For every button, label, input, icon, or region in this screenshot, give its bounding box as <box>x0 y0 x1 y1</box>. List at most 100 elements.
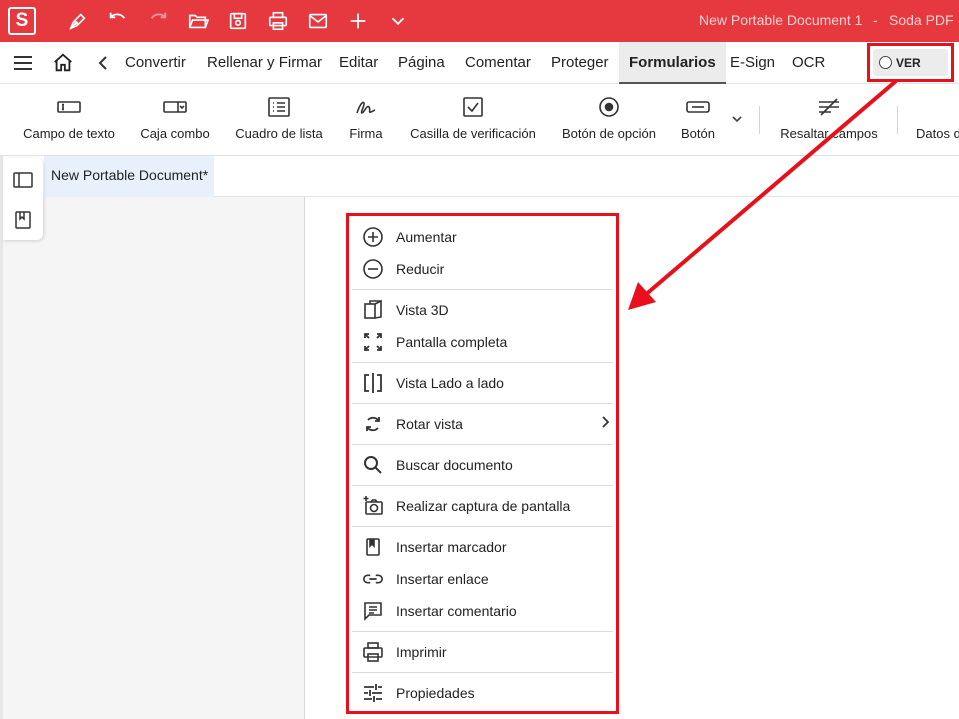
push-button-label: Botón <box>681 126 715 141</box>
menu-item-propiedades[interactable]: Propiedades <box>349 678 616 708</box>
highlight-fields-button[interactable]: Resaltar campos <box>779 84 879 156</box>
menu-item-imprimir[interactable]: Imprimir <box>349 637 616 667</box>
redo-icon[interactable] <box>146 9 170 33</box>
menu-item-insertar-comentario[interactable]: Insertar comentario <box>349 596 616 626</box>
zoom-in-icon <box>362 226 384 248</box>
menu-separator <box>352 362 613 363</box>
checkbox-icon <box>462 94 484 120</box>
menu-item-label: Vista Lado a lado <box>396 375 504 391</box>
menu-item-insertar-marcador[interactable]: Insertar marcador <box>349 532 616 562</box>
menu-item-captura-de-pantalla[interactable]: Realizar captura de pantalla <box>349 491 616 521</box>
zoom-out-icon <box>362 258 384 280</box>
menu-separator <box>352 289 613 290</box>
link-icon <box>362 568 384 590</box>
highlight-fields-label: Resaltar campos <box>780 126 878 141</box>
app-logo[interactable]: S <box>8 7 36 35</box>
save-icon[interactable] <box>226 9 250 33</box>
bookmark-panel-icon[interactable] <box>13 210 33 230</box>
menu-separator <box>352 526 613 527</box>
form-data-button[interactable]: Datos d <box>916 84 959 156</box>
print-icon[interactable] <box>266 9 290 33</box>
pen-icon[interactable] <box>66 9 90 33</box>
menu-item-label: Propiedades <box>396 685 475 701</box>
bookmark-icon <box>362 536 384 558</box>
print-icon <box>362 641 384 663</box>
view-context-menu: Aumentar Reducir Vista 3D Pantalla compl… <box>346 213 619 714</box>
title-separator: - <box>873 12 878 28</box>
menu-item-aumentar[interactable]: Aumentar <box>349 222 616 252</box>
push-button-button[interactable]: Botón <box>677 84 719 156</box>
plus-icon[interactable] <box>346 9 370 33</box>
tab-formularios[interactable]: Formularios <box>619 42 726 84</box>
tab-editar[interactable]: Editar <box>339 42 378 84</box>
combo-box-button[interactable]: Caja combo <box>139 84 211 156</box>
menu-separator <box>352 672 613 673</box>
menu-item-vista-lado-a-lado[interactable]: Vista Lado a lado <box>349 368 616 398</box>
app-name: Soda PDF <box>889 12 954 28</box>
text-field-button[interactable]: Campo de texto <box>22 84 116 156</box>
menu-separator <box>352 485 613 486</box>
menu-item-label: Pantalla completa <box>396 334 508 350</box>
tab-ocr[interactable]: OCR <box>792 42 825 84</box>
menu-separator <box>352 444 613 445</box>
open-folder-icon[interactable] <box>186 9 210 33</box>
tab-rellenar-y-firmar[interactable]: Rellenar y Firmar <box>207 42 322 84</box>
menu-item-label: Imprimir <box>396 644 447 660</box>
menu-item-pantalla-completa[interactable]: Pantalla completa <box>349 327 616 357</box>
menu-item-label: Aumentar <box>396 229 457 245</box>
document-tab-bar: New Portable Document* <box>44 156 959 197</box>
radio-button-button[interactable]: Botón de opción <box>561 84 657 156</box>
menu-item-buscar-documento[interactable]: Buscar documento <box>349 450 616 480</box>
menu-item-rotar-vista[interactable]: Rotar vista <box>349 409 616 439</box>
combo-box-label: Caja combo <box>140 126 210 141</box>
signature-button[interactable]: Firma <box>346 84 386 156</box>
signature-label: Firma <box>349 126 383 141</box>
submenu-chevron-icon <box>600 415 610 434</box>
menu-item-reducir[interactable]: Reducir <box>349 254 616 284</box>
document-title: New Portable Document 1 <box>699 12 863 28</box>
checkbox-label: Casilla de verificación <box>410 126 536 141</box>
chevron-down-icon[interactable] <box>386 9 410 33</box>
radio-button-label: Botón de opción <box>562 126 656 141</box>
text-field-label: Campo de texto <box>23 126 115 141</box>
comment-icon <box>362 600 384 622</box>
view-toggle[interactable]: VER <box>873 49 948 76</box>
back-chevron-icon[interactable] <box>96 54 110 77</box>
form-data-label: Datos d <box>916 126 959 141</box>
side-by-side-icon <box>362 372 384 394</box>
mail-icon[interactable] <box>306 9 330 33</box>
undo-icon[interactable] <box>106 9 130 33</box>
ribbon-divider <box>759 106 760 134</box>
menu-separator <box>352 403 613 404</box>
side-rail <box>3 158 43 240</box>
more-fields-chevron-icon[interactable] <box>730 112 744 130</box>
menu-item-vista-3d[interactable]: Vista 3D <box>349 295 616 325</box>
menu-item-label: Insertar enlace <box>396 571 489 587</box>
menu-item-label: Reducir <box>396 261 445 277</box>
radio-button-icon <box>598 94 620 120</box>
combo-box-icon <box>162 94 188 120</box>
panel-toggle-icon[interactable] <box>13 170 33 190</box>
document-tab[interactable]: New Portable Document* <box>44 156 214 197</box>
view-3d-icon <box>362 299 384 321</box>
hamburger-menu-icon[interactable] <box>13 54 33 77</box>
checkbox-button[interactable]: Casilla de verificación <box>408 84 538 156</box>
properties-icon <box>362 682 384 704</box>
tab-comentar[interactable]: Comentar <box>465 42 531 84</box>
tab-convertir[interactable]: Convertir <box>125 42 186 84</box>
fullscreen-icon <box>362 331 384 353</box>
home-icon[interactable] <box>52 52 74 79</box>
menu-item-label: Buscar documento <box>396 457 513 473</box>
ribbon-toolbar: Campo de texto Caja combo Cuadro de list… <box>0 84 959 156</box>
menu-item-insertar-enlace[interactable]: Insertar enlace <box>349 564 616 594</box>
push-button-icon <box>685 94 711 120</box>
menu-item-label: Insertar comentario <box>396 603 517 619</box>
tab-proteger[interactable]: Proteger <box>551 42 609 84</box>
screenshot-icon <box>362 495 384 517</box>
tab-e-sign[interactable]: E-Sign <box>730 42 775 84</box>
menu-separator <box>352 631 613 632</box>
tab-pagina[interactable]: Página <box>398 42 445 84</box>
menu-bar: Convertir Rellenar y Firmar Editar Págin… <box>0 42 959 84</box>
ribbon-divider <box>897 106 898 134</box>
list-box-button[interactable]: Cuadro de lista <box>234 84 324 156</box>
